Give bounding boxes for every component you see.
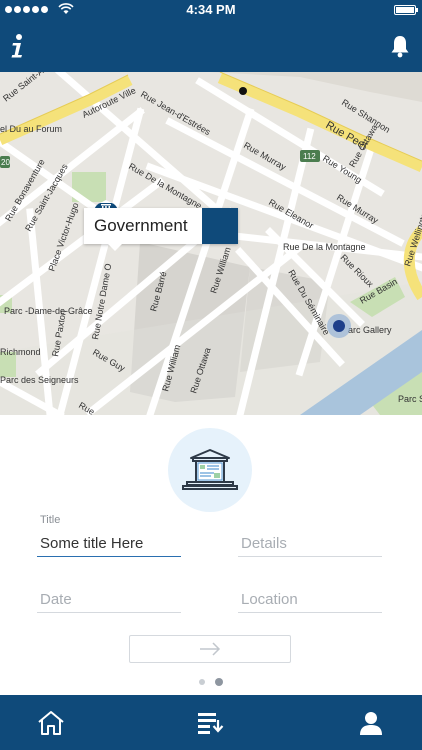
location-field[interactable] <box>238 574 385 613</box>
current-location-icon <box>327 314 351 338</box>
title-input[interactable] <box>37 535 184 552</box>
page-indicator <box>0 678 422 686</box>
next-button[interactable] <box>129 635 291 663</box>
page-dot-active <box>215 678 223 686</box>
street-label: Rue Jean-d'Estrées <box>139 89 213 137</box>
date-field[interactable] <box>37 574 184 613</box>
page-dot <box>199 679 205 685</box>
street-label: Rue Rioux <box>339 252 376 289</box>
map-callout[interactable]: Government <box>84 208 238 251</box>
tab-home[interactable] <box>35 708 67 738</box>
place-label: Parc -Dame-de-Grâce <box>4 306 93 316</box>
list-download-icon <box>198 713 224 734</box>
info-icon <box>11 34 22 58</box>
place-label: Richmond <box>0 347 41 357</box>
bell-icon <box>391 36 409 58</box>
date-input[interactable] <box>37 591 184 608</box>
place-label: Parc des Seigneurs <box>0 375 79 385</box>
map-view[interactable]: Rue Saint-A Autoroute Ville Rue Jean-d'E… <box>0 72 422 415</box>
user-icon <box>360 712 382 735</box>
route-shield-label: 20 <box>1 158 10 167</box>
status-bar: 4:34 PM <box>0 0 422 20</box>
street-label: Rue De la Montagne <box>283 242 366 252</box>
street-label: Rue Murray <box>242 140 288 172</box>
notifications-button[interactable] <box>384 30 416 62</box>
bottom-tab-bar <box>0 695 422 750</box>
government-building-icon <box>182 449 238 490</box>
place-label: Parc St-Pa <box>398 394 422 404</box>
tab-list[interactable] <box>195 708 227 738</box>
info-button[interactable] <box>2 30 34 62</box>
details-field[interactable] <box>238 518 385 557</box>
arrow-right-icon <box>200 642 221 656</box>
tab-profile[interactable] <box>355 708 387 738</box>
title-field-label: Title <box>40 514 61 526</box>
route-shield-label: 112 <box>303 152 316 161</box>
poi-dot <box>239 87 247 95</box>
status-time: 4:34 PM <box>186 2 236 17</box>
battery-icon <box>394 5 418 15</box>
title-field[interactable]: Title <box>37 514 184 557</box>
details-input[interactable] <box>238 535 385 552</box>
home-icon <box>38 711 64 735</box>
top-nav-bar <box>0 20 422 72</box>
place-label: arc Gallery <box>348 325 392 335</box>
callout-go-button[interactable] <box>84 208 238 244</box>
place-label: el Du au Forum <box>0 124 62 134</box>
street-label: Rue Saint-A <box>1 72 45 104</box>
category-badge <box>168 428 252 512</box>
street-label: Place Victor-Hugo <box>46 201 80 272</box>
arrow-right-icon <box>84 208 101 224</box>
location-input[interactable] <box>238 591 385 608</box>
